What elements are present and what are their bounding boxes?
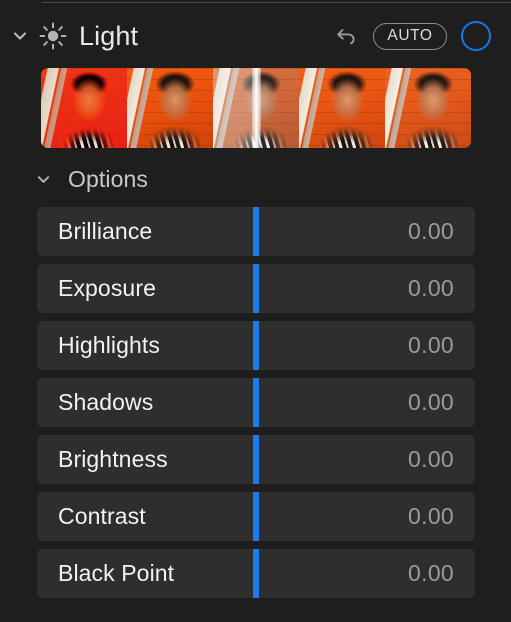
slider-row-brightness[interactable]: Brightness 0.00 xyxy=(37,435,475,484)
filmstrip-thumbnail[interactable] xyxy=(299,68,385,148)
light-adjustment-panel: Light AUTO Options Brilliance 0.00 Expos… xyxy=(0,0,511,622)
slider-value[interactable]: 0.00 xyxy=(408,218,454,245)
slider-row-contrast[interactable]: Contrast 0.00 xyxy=(37,492,475,541)
thumbnail-image xyxy=(127,68,213,148)
thumbnail-image xyxy=(41,68,127,148)
slider-value[interactable]: 0.00 xyxy=(408,446,454,473)
slider-handle[interactable] xyxy=(253,378,259,427)
adjustment-sliders-list: Brilliance 0.00 Exposure 0.00 Highlights 0.00… xyxy=(37,207,475,606)
slider-handle[interactable] xyxy=(253,492,259,541)
slider-row-shadows[interactable]: Shadows 0.00 xyxy=(37,378,475,427)
slider-label: Brightness xyxy=(58,446,168,472)
slider-label: Shadows xyxy=(58,389,154,415)
slider-handle[interactable] xyxy=(253,321,259,370)
slider-row-black-point[interactable]: Black Point 0.00 xyxy=(37,549,475,598)
slider-label: Highlights xyxy=(58,332,160,358)
slider-label: Brilliance xyxy=(58,218,153,244)
slider-handle[interactable] xyxy=(253,207,259,256)
slider-row-highlights[interactable]: Highlights 0.00 xyxy=(37,321,475,370)
filmstrip-thumbnail[interactable] xyxy=(41,68,127,148)
slider-label: Exposure xyxy=(58,275,156,301)
slider-row-brilliance[interactable]: Brilliance 0.00 xyxy=(37,207,475,256)
selection-split-marker[interactable] xyxy=(252,68,261,148)
slider-handle[interactable] xyxy=(253,549,259,598)
circle-toggle-icon[interactable] xyxy=(461,21,491,51)
slider-value[interactable]: 0.00 xyxy=(408,275,454,302)
filmstrip-thumbnail[interactable] xyxy=(127,68,213,148)
filmstrip-thumbnail-selected[interactable] xyxy=(213,68,299,148)
slider-label: Contrast xyxy=(58,503,146,529)
light-section-header: Light AUTO xyxy=(0,12,511,60)
thumbnail-image xyxy=(385,68,471,148)
slider-value[interactable]: 0.00 xyxy=(408,560,454,587)
slider-value[interactable]: 0.00 xyxy=(408,389,454,416)
auto-button-label: AUTO xyxy=(387,27,433,44)
sun-icon xyxy=(38,21,68,51)
slider-handle[interactable] xyxy=(253,264,259,313)
options-section-header[interactable]: Options xyxy=(0,158,148,200)
panel-top-divider xyxy=(42,2,511,3)
selection-wash xyxy=(213,68,256,148)
slider-value[interactable]: 0.00 xyxy=(408,332,454,359)
chevron-down-icon[interactable] xyxy=(30,171,56,188)
slider-handle[interactable] xyxy=(253,435,259,484)
page-title: Light xyxy=(79,20,139,51)
revert-arrow-icon[interactable] xyxy=(329,21,363,51)
auto-button[interactable]: AUTO xyxy=(373,22,447,50)
slider-label: Black Point xyxy=(58,560,175,586)
light-variations-filmstrip[interactable] xyxy=(41,68,471,148)
chevron-down-icon[interactable] xyxy=(7,27,33,45)
options-label: Options xyxy=(68,165,148,192)
slider-row-exposure[interactable]: Exposure 0.00 xyxy=(37,264,475,313)
slider-value[interactable]: 0.00 xyxy=(408,503,454,530)
filmstrip-thumbnail[interactable] xyxy=(385,68,471,148)
thumbnail-image xyxy=(299,68,385,148)
